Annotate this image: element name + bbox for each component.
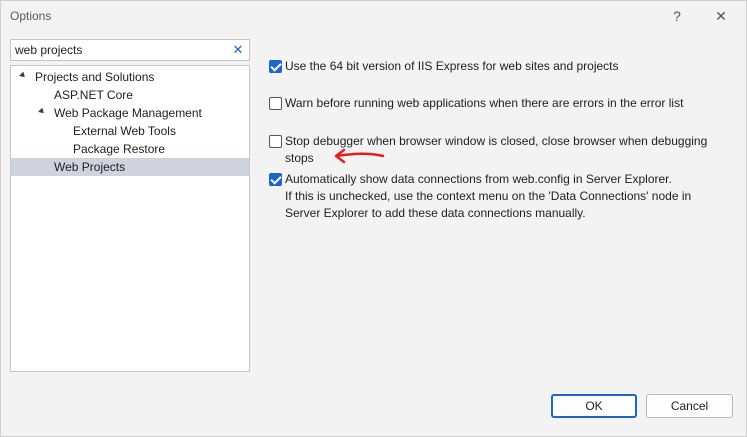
search-input[interactable]	[11, 40, 229, 60]
options-tree: Projects and Solutions ASP.NET Core Web …	[10, 65, 250, 372]
checkbox-stop-debugger[interactable]	[269, 135, 282, 148]
cancel-button[interactable]: Cancel	[646, 394, 733, 418]
options-dialog: Options ? ✕ ✕ Projects and Solutions ASP…	[0, 0, 747, 437]
red-arrow-annotation	[334, 148, 385, 164]
tree-item-label: Package Restore	[73, 142, 166, 156]
tree-item-web-projects[interactable]: Web Projects	[11, 158, 249, 176]
title-bar: Options ? ✕	[1, 1, 746, 31]
tree-item-package-restore[interactable]: Package Restore	[11, 140, 249, 158]
option-label: Automatically show data connections from…	[285, 171, 725, 222]
tree-item-label: Web Projects	[54, 160, 126, 174]
tree-item-label: ASP.NET Core	[54, 88, 133, 102]
tree-item-label: External Web Tools	[73, 124, 176, 138]
search-box: ✕	[10, 39, 250, 61]
tree-item-label: Web Package Management	[54, 106, 202, 120]
tree-item-external-web-tools[interactable]: External Web Tools	[11, 122, 249, 140]
checkbox-64bit-iis-express[interactable]	[269, 60, 282, 73]
help-icon[interactable]: ?	[662, 5, 692, 27]
clear-search-icon[interactable]: ✕	[230, 42, 246, 58]
option-label: Use the 64 bit version of IIS Express fo…	[285, 58, 725, 75]
tree-item-projects-and-solutions[interactable]: Projects and Solutions	[11, 68, 249, 86]
option-label-line: Use the 64 bit version of IIS Express fo…	[285, 59, 619, 73]
tree-item-web-package-management[interactable]: Web Package Management	[11, 104, 249, 122]
tree-item-label: Projects and Solutions	[35, 70, 155, 84]
option-label-line: Automatically show data connections from…	[285, 172, 672, 186]
option-label-line: Warn before running web applications whe…	[285, 96, 684, 110]
option-label-line: Server Explorer to add these data connec…	[285, 206, 586, 220]
ok-button[interactable]: OK	[551, 394, 637, 418]
window-title: Options	[10, 9, 52, 23]
close-icon[interactable]: ✕	[706, 5, 736, 27]
checkbox-warn-errors[interactable]	[269, 97, 282, 110]
checkbox-show-data-connections[interactable]	[269, 173, 282, 186]
option-label: Warn before running web applications whe…	[285, 95, 725, 112]
expanded-triangle-icon[interactable]	[19, 71, 27, 80]
option-label-line: If this is unchecked, use the context me…	[285, 189, 692, 203]
tree-item-aspnet-core[interactable]: ASP.NET Core	[11, 86, 249, 104]
expanded-triangle-icon[interactable]	[38, 107, 46, 116]
